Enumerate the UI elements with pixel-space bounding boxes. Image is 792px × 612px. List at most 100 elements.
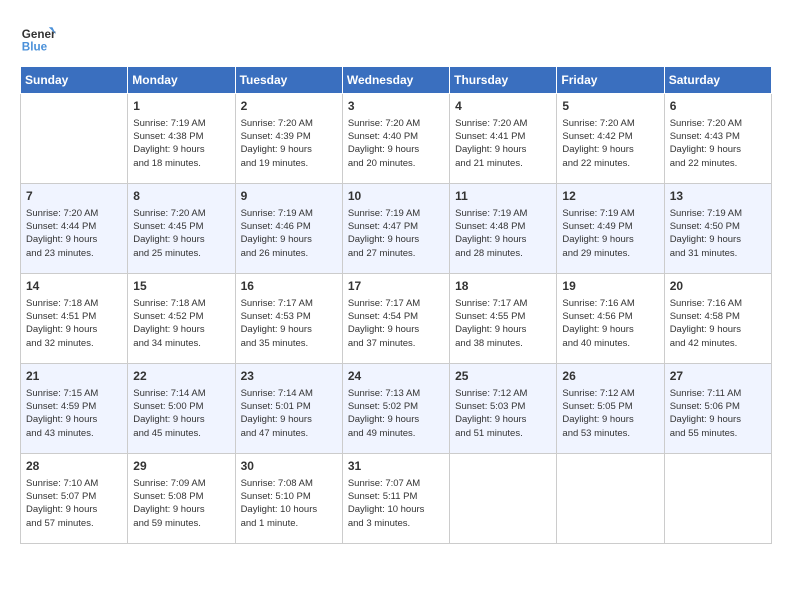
calendar-cell: 7 Sunrise: 7:20 AM Sunset: 4:44 PM Daylig… [21,184,128,274]
day-info: Sunrise: 7:14 AM Sunset: 5:00 PM Dayligh… [133,387,229,440]
dow-header: Thursday [450,67,557,94]
day-number: 29 [133,458,229,475]
calendar-cell: 31Sunrise: 7:07 AM Sunset: 5:11 PM Dayli… [342,454,449,544]
calendar-body: 1 Sunrise: 7:19 AM Sunset: 4:38 PM Daylig… [21,94,772,544]
day-number: 20 [670,278,766,295]
calendar-cell: 4 Sunrise: 7:20 AM Sunset: 4:41 PM Daylig… [450,94,557,184]
calendar-cell [21,94,128,184]
day-number: 2 [241,98,337,115]
day-info: Sunrise: 7:20 AM Sunset: 4:45 PM Dayligh… [133,207,229,260]
day-info: Sunrise: 7:20 AM Sunset: 4:44 PM Dayligh… [26,207,122,260]
day-number: 17 [348,278,444,295]
calendar-cell: 10 Sunrise: 7:19 AM Sunset: 4:47 PM Dayli… [342,184,449,274]
calendar-cell: 14Sunrise: 7:18 AM Sunset: 4:51 PM Dayli… [21,274,128,364]
day-info: Sunrise: 7:20 AM Sunset: 4:43 PM Dayligh… [670,117,766,170]
day-number: 15 [133,278,229,295]
calendar-cell: 21Sunrise: 7:15 AM Sunset: 4:59 PM Dayli… [21,364,128,454]
day-number: 8 [133,188,229,205]
calendar-cell: 29 Sunrise: 7:09 AM Sunset: 5:08 PM Dayli… [128,454,235,544]
day-number: 18 [455,278,551,295]
day-info: Sunrise: 7:13 AM Sunset: 5:02 PM Dayligh… [348,387,444,440]
svg-text:General: General [22,28,56,41]
day-number: 31 [348,458,444,475]
day-info: Sunrise: 7:10 AM Sunset: 5:07 PM Dayligh… [26,477,122,530]
days-of-week-row: SundayMondayTuesdayWednesdayThursdayFrid… [21,67,772,94]
day-number: 16 [241,278,337,295]
calendar-cell: 13Sunrise: 7:19 AM Sunset: 4:50 PM Dayli… [664,184,771,274]
day-info: Sunrise: 7:12 AM Sunset: 5:03 PM Dayligh… [455,387,551,440]
day-number: 9 [241,188,337,205]
day-info: Sunrise: 7:17 AM Sunset: 4:55 PM Dayligh… [455,297,551,350]
calendar-cell: 15 Sunrise: 7:18 AM Sunset: 4:52 PM Dayli… [128,274,235,364]
day-info: Sunrise: 7:12 AM Sunset: 5:05 PM Dayligh… [562,387,658,440]
calendar-cell [664,454,771,544]
day-number: 12 [562,188,658,205]
calendar-cell: 27Sunrise: 7:11 AM Sunset: 5:06 PM Dayli… [664,364,771,454]
calendar-cell: 16 Sunrise: 7:17 AM Sunset: 4:53 PM Dayli… [235,274,342,364]
day-info: Sunrise: 7:20 AM Sunset: 4:41 PM Dayligh… [455,117,551,170]
calendar-cell: 6Sunrise: 7:20 AM Sunset: 4:43 PM Daylig… [664,94,771,184]
day-number: 5 [562,98,658,115]
calendar-cell: 3Sunrise: 7:20 AM Sunset: 4:40 PM Daylig… [342,94,449,184]
day-number: 7 [26,188,122,205]
dow-header: Friday [557,67,664,94]
calendar-cell [557,454,664,544]
day-number: 10 [348,188,444,205]
calendar-cell: 8 Sunrise: 7:20 AM Sunset: 4:45 PM Daylig… [128,184,235,274]
day-number: 23 [241,368,337,385]
calendar-cell: 25Sunrise: 7:12 AM Sunset: 5:03 PM Dayli… [450,364,557,454]
calendar-cell: 28Sunrise: 7:10 AM Sunset: 5:07 PM Dayli… [21,454,128,544]
day-number: 26 [562,368,658,385]
day-number: 1 [133,98,229,115]
calendar-week-row: 7 Sunrise: 7:20 AM Sunset: 4:44 PM Daylig… [21,184,772,274]
calendar-cell [450,454,557,544]
day-info: Sunrise: 7:16 AM Sunset: 4:58 PM Dayligh… [670,297,766,350]
dow-header: Monday [128,67,235,94]
calendar-week-row: 14Sunrise: 7:18 AM Sunset: 4:51 PM Dayli… [21,274,772,364]
calendar-cell: 18 Sunrise: 7:17 AM Sunset: 4:55 PM Dayli… [450,274,557,364]
day-info: Sunrise: 7:08 AM Sunset: 5:10 PM Dayligh… [241,477,337,530]
day-info: Sunrise: 7:19 AM Sunset: 4:46 PM Dayligh… [241,207,337,260]
dow-header: Wednesday [342,67,449,94]
day-number: 19 [562,278,658,295]
day-info: Sunrise: 7:20 AM Sunset: 4:40 PM Dayligh… [348,117,444,170]
calendar-table: SundayMondayTuesdayWednesdayThursdayFrid… [20,66,772,544]
calendar-week-row: 21Sunrise: 7:15 AM Sunset: 4:59 PM Dayli… [21,364,772,454]
logo-icon: General Blue [20,20,56,56]
day-info: Sunrise: 7:19 AM Sunset: 4:38 PM Dayligh… [133,117,229,170]
day-info: Sunrise: 7:19 AM Sunset: 4:49 PM Dayligh… [562,207,658,260]
header-area: General Blue [20,20,772,56]
day-number: 24 [348,368,444,385]
calendar-cell: 1 Sunrise: 7:19 AM Sunset: 4:38 PM Daylig… [128,94,235,184]
calendar-week-row: 1 Sunrise: 7:19 AM Sunset: 4:38 PM Daylig… [21,94,772,184]
calendar-cell: 22 Sunrise: 7:14 AM Sunset: 5:00 PM Dayli… [128,364,235,454]
day-info: Sunrise: 7:17 AM Sunset: 4:53 PM Dayligh… [241,297,337,350]
day-info: Sunrise: 7:18 AM Sunset: 4:51 PM Dayligh… [26,297,122,350]
day-info: Sunrise: 7:11 AM Sunset: 5:06 PM Dayligh… [670,387,766,440]
calendar-cell: 9 Sunrise: 7:19 AM Sunset: 4:46 PM Daylig… [235,184,342,274]
calendar-cell: 17 Sunrise: 7:17 AM Sunset: 4:54 PM Dayli… [342,274,449,364]
day-number: 4 [455,98,551,115]
day-number: 13 [670,188,766,205]
svg-text:Blue: Blue [22,41,48,54]
dow-header: Saturday [664,67,771,94]
day-number: 22 [133,368,229,385]
day-number: 21 [26,368,122,385]
day-info: Sunrise: 7:18 AM Sunset: 4:52 PM Dayligh… [133,297,229,350]
day-info: Sunrise: 7:17 AM Sunset: 4:54 PM Dayligh… [348,297,444,350]
day-number: 11 [455,188,551,205]
day-info: Sunrise: 7:16 AM Sunset: 4:56 PM Dayligh… [562,297,658,350]
day-info: Sunrise: 7:09 AM Sunset: 5:08 PM Dayligh… [133,477,229,530]
day-info: Sunrise: 7:19 AM Sunset: 4:48 PM Dayligh… [455,207,551,260]
calendar-cell: 20 Sunrise: 7:16 AM Sunset: 4:58 PM Dayli… [664,274,771,364]
calendar-cell: 30Sunrise: 7:08 AM Sunset: 5:10 PM Dayli… [235,454,342,544]
day-info: Sunrise: 7:20 AM Sunset: 4:39 PM Dayligh… [241,117,337,170]
calendar-cell: 11 Sunrise: 7:19 AM Sunset: 4:48 PM Dayli… [450,184,557,274]
calendar-week-row: 28Sunrise: 7:10 AM Sunset: 5:07 PM Dayli… [21,454,772,544]
calendar-cell: 23 Sunrise: 7:14 AM Sunset: 5:01 PM Dayli… [235,364,342,454]
calendar-cell: 26 Sunrise: 7:12 AM Sunset: 5:05 PM Dayli… [557,364,664,454]
day-info: Sunrise: 7:19 AM Sunset: 4:47 PM Dayligh… [348,207,444,260]
day-info: Sunrise: 7:14 AM Sunset: 5:01 PM Dayligh… [241,387,337,440]
logo: General Blue [20,20,56,56]
calendar-cell: 19 Sunrise: 7:16 AM Sunset: 4:56 PM Dayli… [557,274,664,364]
